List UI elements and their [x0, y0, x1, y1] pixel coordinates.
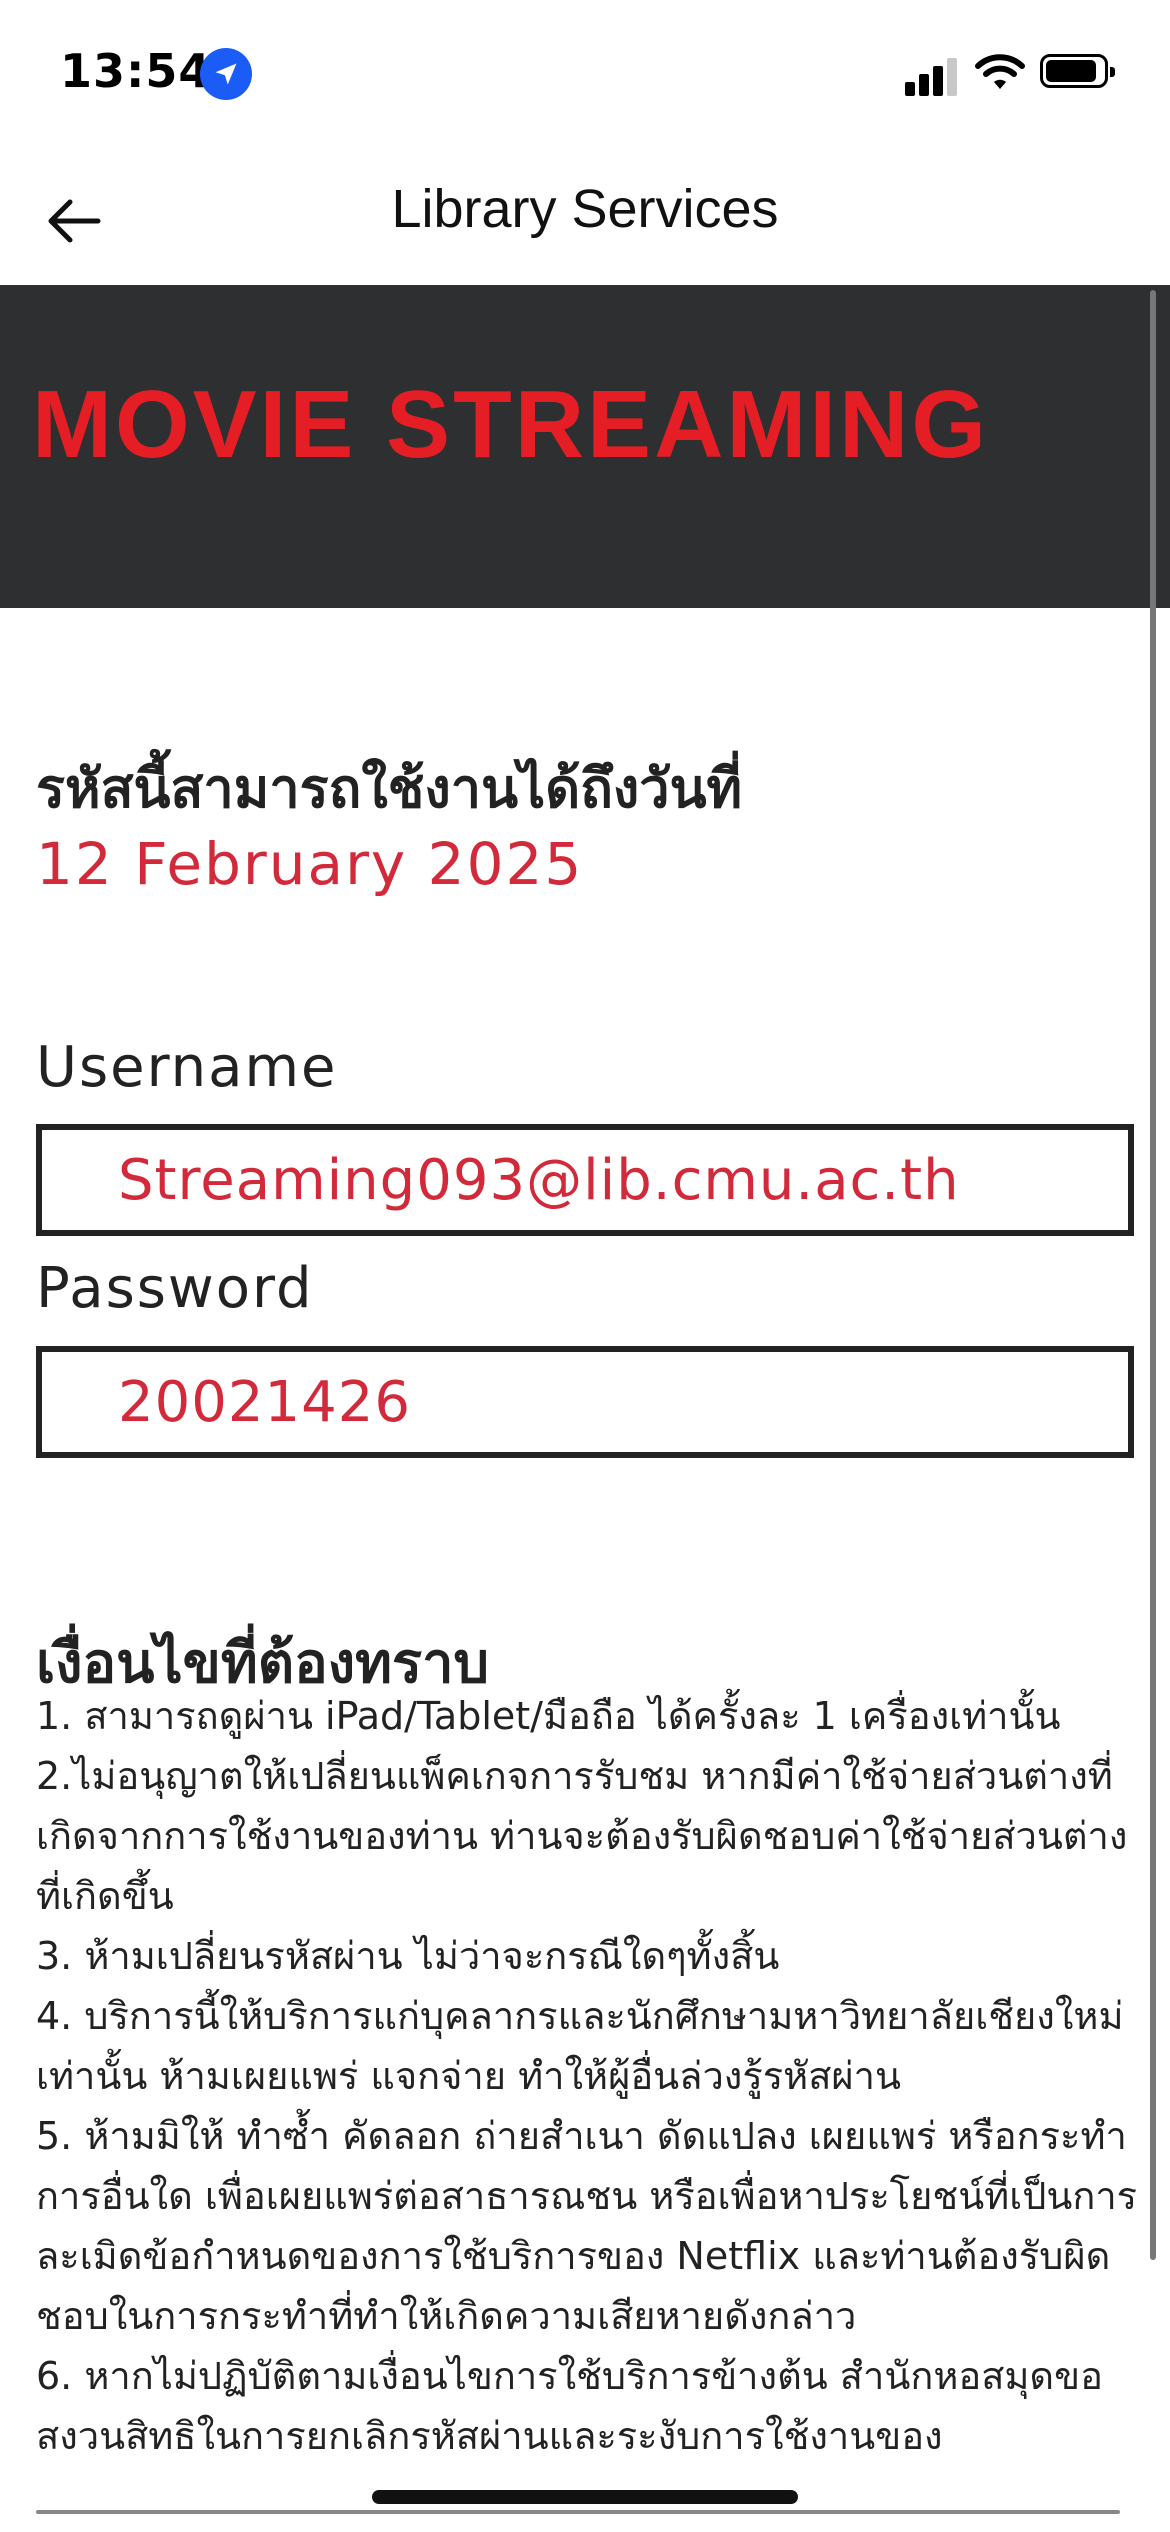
condition-item: 6. หากไม่ปฏิบัติตามเงื่อนไขการใช้บริการข…: [36, 2354, 1103, 2458]
condition-item: 1. สามารถดูผ่าน iPad/Tablet/มือถือ ได้คร…: [36, 1694, 1061, 1738]
banner-title: MOVIE STREAMING: [32, 371, 990, 478]
wifi-icon: [975, 52, 1025, 96]
expiry-label: รหัสนี้สามารถใช้งานได้ถึงวันที่: [36, 757, 743, 820]
expiry-date: 12 February 2025: [36, 830, 584, 898]
status-bar: 13:54: [0, 0, 1170, 150]
conditions-list: 1. สามารถดูผ่าน iPad/Tablet/มือถือ ได้คร…: [36, 1686, 1146, 2466]
condition-item: 2.ไม่อนุญาตให้เปลี่ยนแพ็คเกจการรับชม หาก…: [36, 1754, 1128, 1918]
username-label: Username: [36, 1035, 338, 1100]
battery-icon: [1040, 54, 1115, 88]
condition-item: 3. ห้ามเปลี่ยนรหัสผ่าน ไม่ว่าจะกรณีใดๆทั…: [36, 1934, 780, 1978]
password-field[interactable]: 20021426: [36, 1346, 1134, 1458]
username-field[interactable]: Streaming093@lib.cmu.ac.th: [36, 1124, 1134, 1236]
cellular-signal-icon: [905, 56, 959, 96]
username-value: Streaming093@lib.cmu.ac.th: [118, 1148, 960, 1213]
condition-item: 4. บริการนี้ให้บริการแก่บุคลากรและนักศึก…: [36, 1994, 1124, 2098]
home-indicator[interactable]: [372, 2490, 798, 2504]
location-arrow-icon: [200, 48, 252, 100]
status-time: 13:54: [60, 44, 212, 98]
app-header: Library Services: [0, 150, 1170, 285]
movie-streaming-banner: MOVIE STREAMING: [0, 285, 1170, 608]
page-title: Library Services: [391, 179, 779, 239]
divider: [36, 2510, 1120, 2514]
password-value: 20021426: [118, 1370, 412, 1435]
condition-item: 5. ห้ามมิให้ ทำซ้ำ คัดลอก ถ่ายสำเนา ดัดแ…: [36, 2114, 1138, 2338]
password-label: Password: [36, 1256, 314, 1321]
scrollbar[interactable]: [1150, 290, 1156, 2260]
